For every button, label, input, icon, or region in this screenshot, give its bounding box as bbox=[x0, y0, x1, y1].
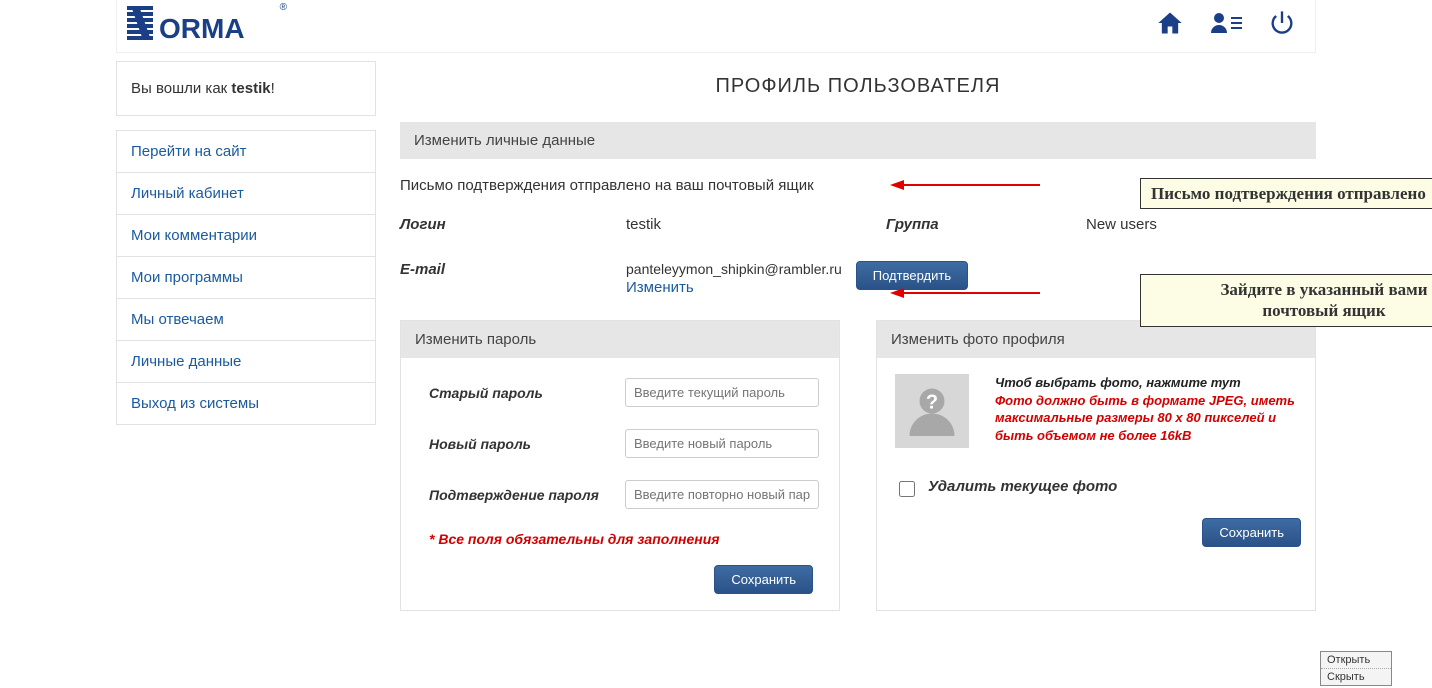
sidebar-item-comments[interactable]: Мои комментарии bbox=[117, 215, 375, 257]
delete-photo-checkbox[interactable] bbox=[899, 481, 915, 497]
email-value: panteleyymon_shipkin@rambler.ru bbox=[626, 261, 842, 277]
confirm-pwd-label: Подтверждение пароля bbox=[429, 487, 625, 503]
password-panel: Изменить пароль Старый пароль Новый паро… bbox=[400, 320, 840, 611]
svg-text:ORMA: ORMA bbox=[159, 13, 245, 44]
welcome-suffix: ! bbox=[271, 80, 275, 97]
group-value: New users bbox=[1086, 216, 1157, 233]
new-pwd-input[interactable] bbox=[625, 429, 819, 458]
choose-photo-link[interactable]: Чтоб выбрать фото, нажмите тут bbox=[995, 375, 1241, 390]
mini-menu-hide[interactable]: Скрыть bbox=[1321, 669, 1391, 685]
save-photo-button[interactable]: Сохранить bbox=[1202, 518, 1301, 547]
top-bar: ORMA ® bbox=[116, 0, 1316, 53]
power-icon[interactable] bbox=[1267, 9, 1297, 40]
required-note: * Все поля обязательны для заполнения bbox=[429, 531, 819, 547]
sidebar: Вы вошли как testik! Перейти на сайт Лич… bbox=[116, 61, 376, 425]
svg-text:?: ? bbox=[926, 392, 938, 414]
page-title: ПРОФИЛЬ ПОЛЬЗОВАТЕЛЯ bbox=[400, 61, 1316, 122]
login-label: Логин bbox=[400, 216, 626, 233]
arrow-icon bbox=[890, 285, 1040, 301]
welcome-box: Вы вошли как testik! bbox=[116, 61, 376, 116]
new-pwd-label: Новый пароль bbox=[429, 436, 625, 452]
confirm-pwd-input[interactable] bbox=[625, 480, 819, 509]
sidebar-menu: Перейти на сайт Личный кабинет Мои комме… bbox=[116, 130, 376, 425]
welcome-prefix: Вы вошли как bbox=[131, 80, 231, 97]
sidebar-item-answers[interactable]: Мы отвечаем bbox=[117, 299, 375, 341]
sidebar-item-goto-site[interactable]: Перейти на сайт bbox=[117, 131, 375, 173]
arrow-icon bbox=[890, 177, 1040, 193]
delete-photo-label: Удалить текущее фото bbox=[928, 478, 1117, 495]
sidebar-item-logout[interactable]: Выход из системы bbox=[117, 383, 375, 424]
login-value: testik bbox=[626, 216, 886, 233]
sidebar-item-personal[interactable]: Личные данные bbox=[117, 341, 375, 383]
password-header: Изменить пароль bbox=[401, 321, 839, 358]
lower-panels: Изменить пароль Старый пароль Новый паро… bbox=[400, 320, 1316, 611]
photo-format-hint: Фото должно быть в формате JPEG, иметь м… bbox=[995, 393, 1295, 443]
personal-header: Изменить личные данные bbox=[400, 122, 1316, 159]
sidebar-item-programs[interactable]: Мои программы bbox=[117, 257, 375, 299]
photo-header: Изменить фото профиля bbox=[877, 321, 1315, 358]
mini-menu-open[interactable]: Открыть bbox=[1321, 652, 1391, 669]
email-label: E-mail bbox=[400, 261, 626, 296]
main: ПРОФИЛЬ ПОЛЬЗОВАТЕЛЯ Изменить личные дан… bbox=[400, 61, 1316, 611]
page-root: ORMA ® bbox=[116, 0, 1316, 611]
avatar-placeholder-icon: ? bbox=[895, 374, 969, 448]
callout-confirm-sent: Письмо подтверждения отправлено bbox=[1140, 178, 1432, 209]
content: Вы вошли как testik! Перейти на сайт Лич… bbox=[116, 61, 1316, 611]
user-menu-icon[interactable] bbox=[1209, 9, 1243, 40]
top-icons bbox=[1155, 9, 1305, 40]
old-pwd-input[interactable] bbox=[625, 378, 819, 407]
mini-menu: Открыть Скрыть bbox=[1320, 651, 1392, 686]
group-label: Группа bbox=[886, 216, 1086, 233]
change-email-link[interactable]: Изменить bbox=[626, 279, 842, 296]
welcome-user: testik bbox=[231, 80, 270, 97]
save-password-button[interactable]: Сохранить bbox=[714, 565, 813, 594]
callout-go-email: Зайдите в указанный вами почтовый ящик bbox=[1140, 274, 1432, 327]
old-pwd-label: Старый пароль bbox=[429, 385, 625, 401]
logo[interactable]: ORMA ® bbox=[127, 4, 277, 44]
home-icon[interactable] bbox=[1155, 9, 1185, 40]
photo-panel: Изменить фото профиля ? Чтоб выбрать фот… bbox=[876, 320, 1316, 611]
photo-hints: Чтоб выбрать фото, нажмите тут Фото долж… bbox=[995, 374, 1297, 444]
sidebar-item-cabinet[interactable]: Личный кабинет bbox=[117, 173, 375, 215]
